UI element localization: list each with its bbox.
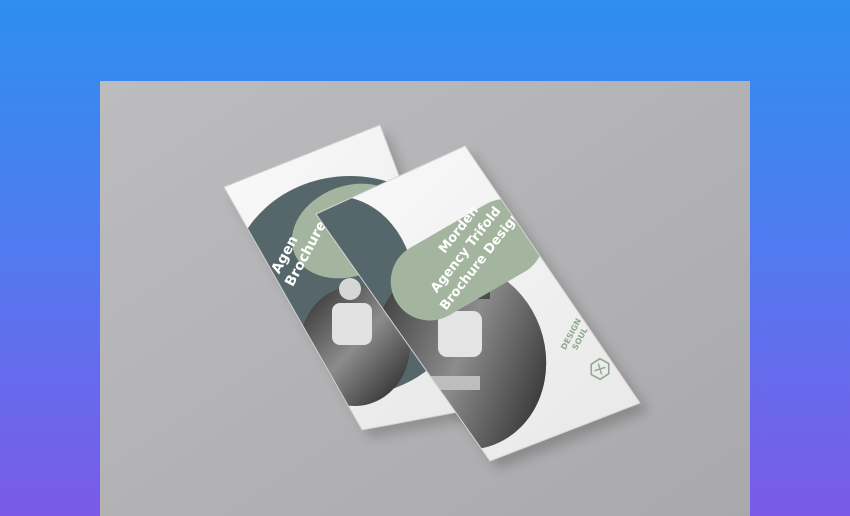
brochure-mockup-scene: Agen Brochure Morden Agency Trifold Broc… <box>100 81 750 516</box>
back-photo-person-body <box>332 303 372 345</box>
brochure-mockup-backdrop: Agen Brochure Morden Agency Trifold Broc… <box>100 81 750 516</box>
back-photo-person-head <box>339 278 361 300</box>
photo-person-body <box>438 311 482 357</box>
